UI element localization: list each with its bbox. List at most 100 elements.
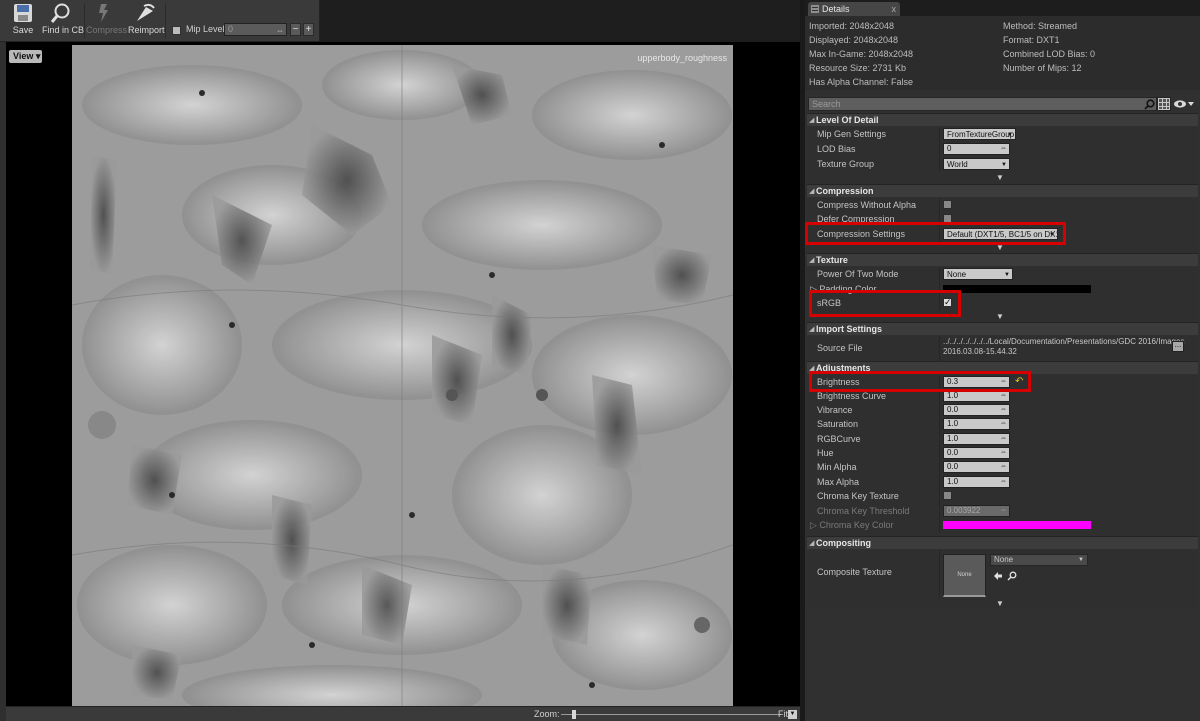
find-in-content-browser-button[interactable]: Find in CB bbox=[42, 2, 84, 40]
chevron-down-icon: ▼ bbox=[1001, 162, 1007, 168]
category-compositing[interactable]: ◢ Compositing bbox=[807, 536, 1198, 549]
info-displayed: Displayed: 2048x2048 bbox=[809, 35, 899, 45]
row-hue: Hue 0.0 ⇔ bbox=[807, 446, 1198, 461]
power-of-two-mode-dropdown[interactable]: None ▼ bbox=[943, 268, 1013, 280]
adjustments-body: Brightness 0.3 ⇔ ↶ Brightness Curve 1.0 ⇔ … bbox=[807, 375, 1198, 536]
texture-editor-toolbar: Save Find in CB Compress Reimport Mip Le… bbox=[0, 0, 320, 42]
row-compress-without-alpha: Compress Without Alpha bbox=[807, 198, 1198, 213]
property-matrix-button[interactable] bbox=[1157, 97, 1171, 111]
details-panel: Details x Imported: 2048x2048 Displayed:… bbox=[805, 0, 1200, 721]
lod-bias-input[interactable]: 0 ⇔ bbox=[943, 143, 1010, 155]
mip-decrease-button[interactable]: − bbox=[290, 23, 301, 36]
advanced-expander-icon[interactable]: ▼ bbox=[994, 173, 1006, 183]
grid-icon bbox=[1159, 99, 1169, 109]
texture-group-dropdown[interactable]: World ▼ bbox=[943, 158, 1010, 170]
compress-button[interactable]: Compress bbox=[86, 2, 127, 40]
texture-preview: upperbody_roughness bbox=[72, 45, 733, 706]
lod-body: Mip Gen Settings FromTextureGroup ▼ LOD B… bbox=[807, 127, 1198, 184]
row-min-alpha: Min Alpha 0.0 ⇔ bbox=[807, 460, 1198, 475]
spin-arrows-icon: ⇔ bbox=[1000, 435, 1007, 442]
import-body: Source File ../../../../../../../Local/D… bbox=[807, 336, 1198, 361]
category-import-settings[interactable]: ◢ Import Settings bbox=[807, 322, 1198, 335]
collapse-arrow-icon: ◢ bbox=[809, 257, 815, 264]
collapse-arrow-icon: ◢ bbox=[809, 326, 815, 333]
row-texture-group: Texture Group World ▼ bbox=[807, 157, 1198, 172]
compress-without-alpha-checkbox[interactable] bbox=[943, 200, 952, 209]
browse-asset-search-icon[interactable] bbox=[1007, 571, 1017, 581]
padding-color-swatch[interactable] bbox=[943, 285, 1091, 293]
composite-texture-thumbnail[interactable]: None bbox=[943, 554, 986, 597]
zoom-bar: Zoom: Fit ▼ bbox=[6, 706, 800, 721]
details-tab-bar: Details x bbox=[805, 0, 1200, 16]
mip-level-checkbox[interactable] bbox=[172, 26, 181, 35]
compositing-body: Composite Texture None None ▼ ▼ bbox=[807, 550, 1198, 608]
view-menu-button[interactable]: View ▾ bbox=[9, 50, 42, 63]
spin-arrows-icon: ⇔ bbox=[276, 26, 284, 35]
composite-texture-asset-picker[interactable]: None ▼ bbox=[990, 554, 1088, 566]
hue-input[interactable]: 0.0 ⇔ bbox=[943, 447, 1010, 459]
zoom-slider-handle[interactable] bbox=[572, 710, 576, 719]
compress-icon bbox=[99, 4, 108, 22]
info-max-in-game: Max In-Game: 2048x2048 bbox=[809, 49, 914, 59]
search-icon bbox=[1144, 99, 1155, 110]
highlight-compression-settings bbox=[805, 222, 1066, 245]
reimport-button[interactable]: Reimport bbox=[128, 2, 165, 40]
save-icon bbox=[14, 4, 32, 22]
min-alpha-input[interactable]: 0.0 ⇔ bbox=[943, 461, 1010, 473]
category-texture[interactable]: ◢ Texture bbox=[807, 253, 1198, 266]
close-tab-icon[interactable]: x bbox=[892, 2, 897, 16]
save-button[interactable]: Save bbox=[10, 2, 36, 40]
expand-arrow-icon[interactable]: ▷ bbox=[810, 520, 819, 530]
zoom-slider-track[interactable] bbox=[561, 714, 781, 715]
info-imported: Imported: 2048x2048 bbox=[809, 21, 895, 31]
fit-label: Fit bbox=[778, 709, 788, 719]
browse-source-button[interactable]: ... bbox=[1172, 341, 1184, 352]
row-chroma-key-threshold: Chroma Key Threshold 0.003922 ⇔ bbox=[807, 504, 1198, 519]
mip-gen-settings-dropdown[interactable]: FromTextureGroup ▼ bbox=[943, 128, 1016, 140]
chevron-down-icon: ▼ bbox=[789, 711, 796, 717]
tab-details[interactable]: Details x bbox=[808, 2, 900, 16]
mip-increase-button[interactable]: + bbox=[303, 23, 314, 36]
spin-arrows-icon: ⇔ bbox=[1000, 449, 1007, 456]
row-mip-gen-settings: Mip Gen Settings FromTextureGroup ▼ bbox=[807, 127, 1198, 142]
vibrance-input[interactable]: 0.0 ⇔ bbox=[943, 404, 1010, 416]
highlight-brightness bbox=[809, 371, 1031, 392]
use-selected-asset-arrow-icon[interactable] bbox=[993, 571, 1003, 581]
row-source-file: Source File ../../../../../../../Local/D… bbox=[807, 336, 1198, 361]
rgbcurve-input[interactable]: 1.0 ⇔ bbox=[943, 433, 1010, 445]
spin-arrows-icon: ⇔ bbox=[1000, 420, 1007, 427]
category-level-of-detail[interactable]: ◢ Level Of Detail bbox=[807, 113, 1198, 126]
view-options-eye-icon[interactable] bbox=[1173, 99, 1195, 109]
search-input[interactable]: Search bbox=[808, 97, 1157, 111]
spin-arrows-icon: ⇔ bbox=[1000, 478, 1007, 485]
info-has-alpha: Has Alpha Channel: False bbox=[809, 77, 914, 87]
advanced-expander-icon[interactable]: ▼ bbox=[994, 312, 1006, 322]
collapse-arrow-icon: ◢ bbox=[809, 188, 815, 195]
mip-level-input[interactable]: 0 ⇔ bbox=[224, 23, 287, 36]
roughness-texture-image bbox=[72, 45, 733, 706]
max-alpha-input[interactable]: 1.0 ⇔ bbox=[943, 476, 1010, 488]
texture-info-block: Imported: 2048x2048 Displayed: 2048x2048… bbox=[805, 16, 1200, 90]
row-saturation: Saturation 1.0 ⇔ bbox=[807, 417, 1198, 432]
collapse-arrow-icon: ◢ bbox=[809, 117, 815, 124]
zoom-label: Zoom: bbox=[534, 709, 560, 719]
category-compression[interactable]: ◢ Compression bbox=[807, 184, 1198, 197]
chroma-key-threshold-input: 0.003922 ⇔ bbox=[943, 505, 1010, 517]
info-number-of-mips: Number of Mips: 12 bbox=[1003, 63, 1082, 73]
magnifier-icon bbox=[50, 3, 70, 23]
chevron-down-icon: ▼ bbox=[1004, 272, 1010, 278]
info-resource-size: Resource Size: 2731 Kb bbox=[809, 63, 907, 73]
spin-arrows-icon: ⇔ bbox=[1000, 392, 1007, 399]
fit-dropdown-button[interactable]: ▼ bbox=[788, 710, 797, 719]
chroma-key-texture-checkbox[interactable] bbox=[943, 491, 952, 500]
advanced-expander-icon[interactable]: ▼ bbox=[994, 599, 1006, 609]
texture-viewport[interactable]: View ▾ upperbody_roughness Zoom: Fit ▼ bbox=[0, 42, 800, 721]
spin-arrows-icon: ⇔ bbox=[1000, 463, 1007, 470]
row-rgbcurve: RGBCurve 1.0 ⇔ bbox=[807, 432, 1198, 447]
saturation-input[interactable]: 1.0 ⇔ bbox=[943, 418, 1010, 430]
toolbar-separator bbox=[84, 4, 85, 38]
spin-arrows-icon: ⇔ bbox=[1000, 507, 1007, 514]
chroma-key-color-swatch[interactable] bbox=[943, 521, 1091, 529]
spin-arrows-icon: ⇔ bbox=[1000, 145, 1007, 152]
info-method: Method: Streamed bbox=[1003, 21, 1078, 31]
